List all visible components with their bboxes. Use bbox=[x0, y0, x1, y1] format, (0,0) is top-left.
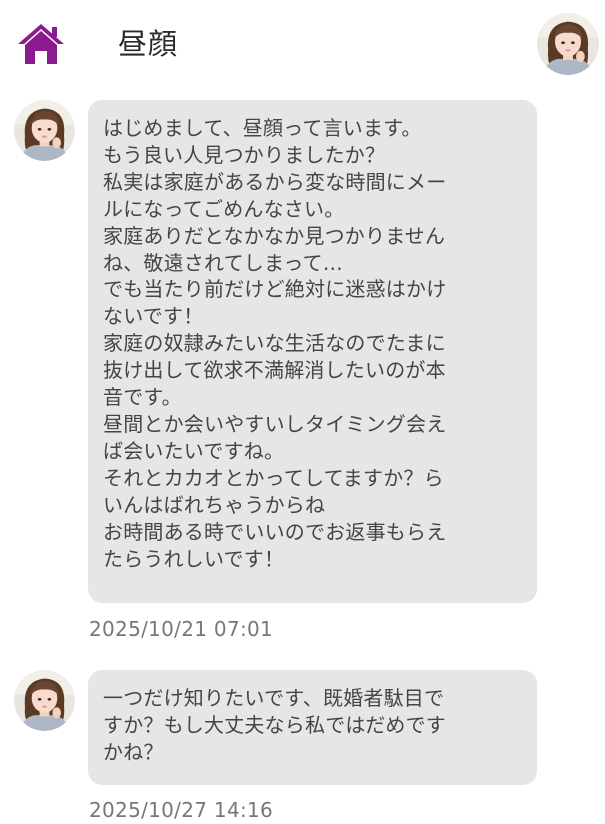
message-timestamp: 2025/10/21 07:01 bbox=[89, 617, 274, 641]
home-button[interactable] bbox=[16, 22, 66, 66]
profile-avatar[interactable] bbox=[537, 13, 599, 75]
page-title: 昼顔 bbox=[118, 27, 179, 61]
message-bubble: はじめまして、昼顔って言います。 もう良い人見つかりましたか？ 私実は家庭がある… bbox=[88, 100, 537, 603]
message-timestamp: 2025/10/27 14:16 bbox=[89, 798, 274, 822]
home-icon bbox=[18, 24, 64, 64]
sender-avatar[interactable] bbox=[14, 670, 75, 731]
sender-avatar[interactable] bbox=[14, 100, 75, 161]
message-bubble: 一つだけ知りたいです、既婚者駄目で すか？もし大丈夫なら私ではだめです かね？ bbox=[88, 670, 537, 785]
app-header: 昼顔 bbox=[0, 0, 605, 88]
